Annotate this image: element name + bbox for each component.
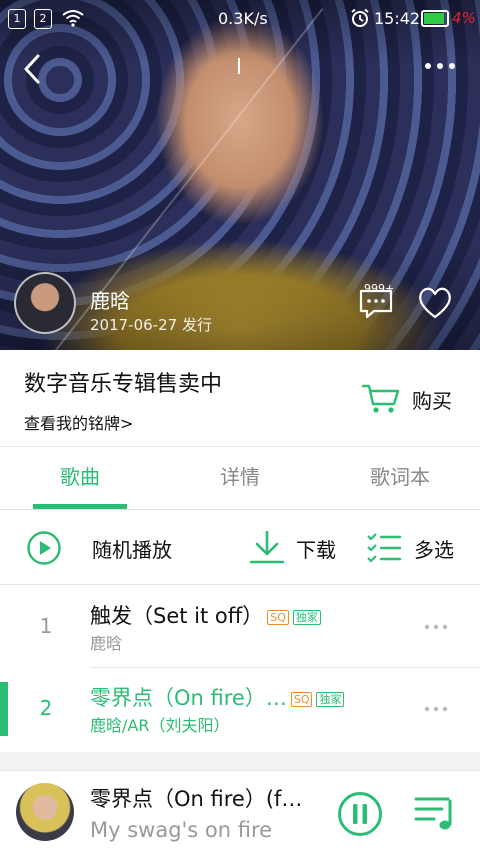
promo-title: 数字音乐专辑售卖中	[24, 372, 223, 397]
chevron-left-icon[interactable]	[20, 52, 44, 86]
sq-badge: SQ	[267, 609, 289, 625]
now-playing-cover[interactable]	[16, 783, 74, 841]
song-title: 零界点（On fire）…	[90, 686, 287, 710]
exclusive-badge: 独家	[316, 691, 345, 707]
multi-select-button[interactable]: 多选	[366, 530, 454, 566]
release-date: 2017-06-27 发行	[90, 316, 212, 334]
sq-badge: SQ	[290, 691, 313, 707]
download-icon	[249, 530, 285, 564]
tab-bar: 歌曲 详情 歌词本	[0, 447, 480, 510]
song-index: 2	[39, 696, 53, 720]
song-row[interactable]: 1 触发（Set it off） SQ 独家 鹿晗	[0, 586, 480, 668]
alarm-icon	[351, 8, 369, 27]
song-row-playing[interactable]: 2 零界点（On fire）… SQ 独家 鹿晗/AR（刘夫阳）	[0, 668, 480, 750]
song-index: 1	[39, 614, 53, 638]
shuffle-play-label: 随机播放	[92, 537, 172, 562]
multi-select-label: 多选	[414, 537, 454, 562]
song-more-icon[interactable]	[424, 624, 448, 630]
checklist-icon	[367, 533, 402, 563]
song-artist: 鹿晗/AR（刘夫阳）	[90, 716, 230, 735]
digital-album-promo: 数字音乐专辑售卖中 查看我的铭牌> 购买	[0, 350, 480, 447]
song-artist: 鹿晗	[90, 634, 123, 653]
sim1-icon: 1	[8, 9, 26, 29]
download-button[interactable]: 下载	[248, 530, 336, 566]
action-bar: 随机播放 下载 多选	[0, 510, 480, 585]
tab-details[interactable]: 详情	[180, 461, 300, 490]
buy-button[interactable]: 购买	[362, 382, 452, 416]
sim2-icon: 2	[34, 9, 52, 29]
tab-songs[interactable]: 歌曲	[20, 461, 140, 490]
now-playing-lyric: My swag's on fire	[90, 818, 273, 842]
status-bar: 1 2 0.3K/s 15:42 4%	[0, 0, 480, 38]
play-circle-icon	[27, 531, 61, 565]
clock: 15:42	[374, 9, 421, 28]
battery-fill	[424, 13, 444, 24]
net-speed: 0.3K/s	[218, 9, 268, 28]
my-badge-link[interactable]: 查看我的铭牌>	[24, 410, 133, 434]
download-label: 下载	[296, 537, 336, 562]
heart-icon[interactable]	[416, 286, 454, 320]
battery-percent: 4%	[452, 9, 476, 27]
buy-label: 购买	[412, 388, 452, 413]
header-divider	[238, 58, 240, 74]
comment-count: 999+	[364, 282, 395, 295]
tab-lyrics-book[interactable]: 歌词本	[340, 461, 460, 490]
song-title: 触发（Set it off）	[90, 604, 264, 628]
hero-diagonal-line	[38, 8, 324, 350]
artist-name[interactable]: 鹿晗	[90, 285, 130, 314]
battery-icon	[421, 10, 449, 27]
more-dots-icon[interactable]	[422, 60, 458, 72]
song-more-icon[interactable]	[424, 706, 448, 712]
now-playing-title: 零界点（On fire）(f…	[90, 787, 303, 811]
mini-player[interactable]: 零界点（On fire）(f… My swag's on fire	[0, 770, 480, 854]
artist-avatar[interactable]	[14, 272, 76, 334]
now-playing-marker	[0, 682, 8, 736]
pause-icon[interactable]	[337, 791, 383, 837]
song-title-line: 零界点（On fire）… SQ 独家	[90, 682, 345, 712]
playlist-icon[interactable]	[414, 795, 458, 833]
wifi-icon	[62, 10, 84, 27]
song-title-line: 触发（Set it off） SQ 独家	[90, 600, 321, 630]
active-tab-indicator	[33, 504, 127, 509]
shuffle-play-button[interactable]: 随机播放	[26, 530, 172, 566]
cart-icon	[362, 384, 400, 413]
list-footer-gap	[0, 752, 480, 770]
exclusive-badge: 独家	[292, 609, 321, 625]
